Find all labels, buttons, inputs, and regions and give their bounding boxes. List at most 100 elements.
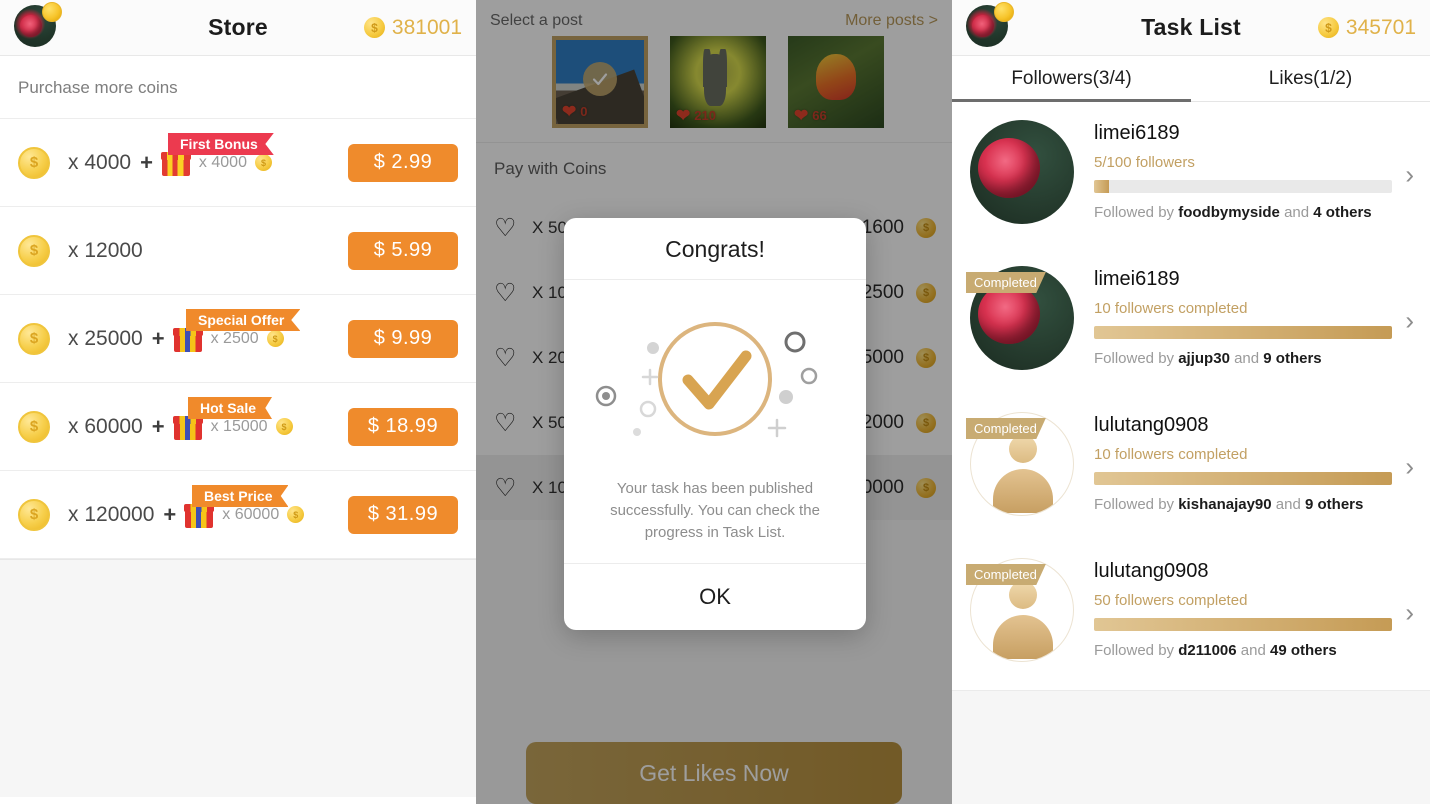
store-empty-area xyxy=(0,559,476,797)
store-appbar: Store $ 381001 xyxy=(0,0,476,56)
store-item-price-button[interactable]: $ 18.99 xyxy=(348,407,458,446)
task-progress-fill xyxy=(1094,618,1392,631)
coin-icon-large: $ xyxy=(18,498,50,531)
coin-balance[interactable]: $ 381001 xyxy=(363,15,462,40)
plus-sign: + xyxy=(163,501,177,527)
coin-icon-large: $ xyxy=(18,234,50,267)
store-item-badge: First Bonus xyxy=(168,133,274,155)
task-list-screen: Task List $ 345701 Followers(3/4) Likes(… xyxy=(952,0,1430,804)
store-item-row[interactable]: $ x 12000 $ 5.99 xyxy=(0,207,476,295)
task-username: lulutang0908 xyxy=(1094,560,1209,582)
chevron-right-icon[interactable]: › xyxy=(1405,598,1414,629)
store-item-coin-amount: x 4000 xyxy=(68,150,132,174)
task-followed-username: kishanajay90 xyxy=(1178,496,1272,513)
coin-icon-small: $ xyxy=(287,506,305,523)
task-username: limei6189 xyxy=(1094,268,1180,290)
task-followed-others: 4 others xyxy=(1313,204,1372,221)
task-details: limei6189 10 followers completed Followed … xyxy=(1074,262,1414,394)
chevron-right-icon[interactable]: › xyxy=(1405,452,1414,483)
task-followed-others: 9 others xyxy=(1263,350,1322,367)
task-list-empty-area xyxy=(952,690,1430,804)
task-followed-by: Followed by kishanajay90 and 9 others xyxy=(1094,496,1364,513)
success-illustration xyxy=(564,280,866,478)
task-avatar-image xyxy=(970,120,1074,224)
coin-icon-large: $ xyxy=(18,146,50,179)
task-status-text: 50 followers completed xyxy=(1094,592,1248,609)
chevron-right-icon[interactable]: › xyxy=(1405,306,1414,337)
dialog-body-text: Your task has been published successfull… xyxy=(564,478,866,565)
tab-likes[interactable]: Likes(1/2) xyxy=(1191,56,1430,101)
task-progress-bar xyxy=(1094,180,1392,193)
success-check-icon xyxy=(595,322,818,438)
task-followed-others: 9 others xyxy=(1305,496,1364,513)
task-progress-fill xyxy=(1094,180,1109,193)
store-item-bonus-amount: x 15000 xyxy=(210,417,268,435)
plus-sign: + xyxy=(151,413,165,439)
coin-balance-value: 381001 xyxy=(391,15,462,39)
task-details: limei6189 5/100 followers Followed by food… xyxy=(1074,116,1414,248)
avatar: Completed xyxy=(966,558,1074,662)
store-item-bonus-amount: x 4000 xyxy=(198,153,247,171)
task-row[interactable]: Completed lulutang0908 10 followers comple… xyxy=(952,394,1430,540)
store-item-coin-amount: x 12000 xyxy=(68,238,143,262)
purchase-more-coins-label: Purchase more coins xyxy=(0,56,476,119)
task-followed-username: ajjup30 xyxy=(1178,350,1230,367)
status-badge: Completed xyxy=(966,272,1046,293)
coin-icon: $ xyxy=(363,17,385,38)
store-item-price-button[interactable]: $ 31.99 xyxy=(348,495,458,534)
task-progress-fill xyxy=(1094,326,1392,339)
coin-icon-small: $ xyxy=(275,418,293,435)
coin-icon: $ xyxy=(1317,17,1339,38)
task-followed-others: 49 others xyxy=(1269,642,1337,659)
store-item-coin-amount: x 60000 xyxy=(68,414,143,438)
dialog-title: Congrats! xyxy=(564,218,866,280)
get-likes-screen: Select a post More posts > ❤ 0 ❤ 210 ❤ 66 Pay… xyxy=(476,0,952,804)
store-item-list: $ x 4000 + x 4000 $ First Bonus $ 2.99 $ x 12000… xyxy=(0,119,476,559)
coin-icon-small: $ xyxy=(266,330,284,347)
store-item-coin-amount: x 120000 xyxy=(68,502,155,526)
plus-sign: + xyxy=(151,325,165,351)
coin-icon-large: $ xyxy=(18,410,50,443)
task-row[interactable]: Completed lulutang0908 50 followers comple… xyxy=(952,540,1430,686)
task-row[interactable]: limei6189 5/100 followers Followed by food… xyxy=(952,102,1430,248)
coin-balance-value: 345701 xyxy=(1345,15,1416,39)
task-followed-username: d211006 xyxy=(1178,642,1237,659)
tab-followers[interactable]: Followers(3/4) xyxy=(952,56,1191,101)
task-followed-by: Followed by foodbymyside and 4 others xyxy=(1094,204,1372,221)
store-item-row[interactable]: $ x 120000 + x 60000 $ Best Price $ 31.99 xyxy=(0,471,476,559)
task-tabs: Followers(3/4) Likes(1/2) xyxy=(952,56,1430,102)
coin-icon-small: $ xyxy=(254,154,272,171)
task-status-text: 10 followers completed xyxy=(1094,446,1248,463)
store-item-price-button[interactable]: $ 2.99 xyxy=(348,143,458,182)
avatar xyxy=(970,120,1074,224)
task-progress-bar xyxy=(1094,618,1392,631)
store-item-row[interactable]: $ x 4000 + x 4000 $ First Bonus $ 2.99 xyxy=(0,119,476,207)
store-item-badge: Hot Sale xyxy=(188,397,273,419)
task-details: lulutang0908 50 followers completed Follow… xyxy=(1074,554,1414,686)
task-details: lulutang0908 10 followers completed Follow… xyxy=(1074,408,1414,540)
dialog-ok-button[interactable]: OK xyxy=(564,564,866,630)
avatar: Completed xyxy=(966,266,1074,370)
coin-balance[interactable]: $ 345701 xyxy=(1317,15,1416,40)
chevron-right-icon[interactable]: › xyxy=(1405,160,1414,191)
avatar: Completed xyxy=(966,412,1074,516)
store-item-row[interactable]: $ x 25000 + x 2500 $ Special Offer $ 9.99 xyxy=(0,295,476,383)
store-item-price-button[interactable]: $ 9.99 xyxy=(348,319,458,358)
status-badge: Completed xyxy=(966,418,1046,439)
three-screenshot-strip: Store $ 381001 Purchase more coins $ x 40… xyxy=(0,0,1430,804)
store-screen: Store $ 381001 Purchase more coins $ x 40… xyxy=(0,0,476,804)
task-followed-username: foodbymyside xyxy=(1178,204,1280,221)
task-username: limei6189 xyxy=(1094,122,1180,144)
store-item-badge: Best Price xyxy=(192,485,289,507)
store-item-row[interactable]: $ x 60000 + x 15000 $ Hot Sale $ 18.99 xyxy=(0,383,476,471)
task-row-list: limei6189 5/100 followers Followed by food… xyxy=(952,102,1430,686)
store-item-bonus-amount: x 2500 xyxy=(210,329,259,347)
task-followed-by: Followed by d211006 and 49 others xyxy=(1094,642,1337,659)
task-progress-bar xyxy=(1094,472,1392,485)
task-row[interactable]: Completed limei6189 10 followers completed… xyxy=(952,248,1430,394)
plus-sign: + xyxy=(140,149,153,175)
task-list-appbar: Task List $ 345701 xyxy=(952,0,1430,56)
task-status-text: 5/100 followers xyxy=(1094,154,1195,171)
store-item-bonus-amount: x 60000 xyxy=(222,505,280,523)
store-item-price-button[interactable]: $ 5.99 xyxy=(348,231,458,270)
